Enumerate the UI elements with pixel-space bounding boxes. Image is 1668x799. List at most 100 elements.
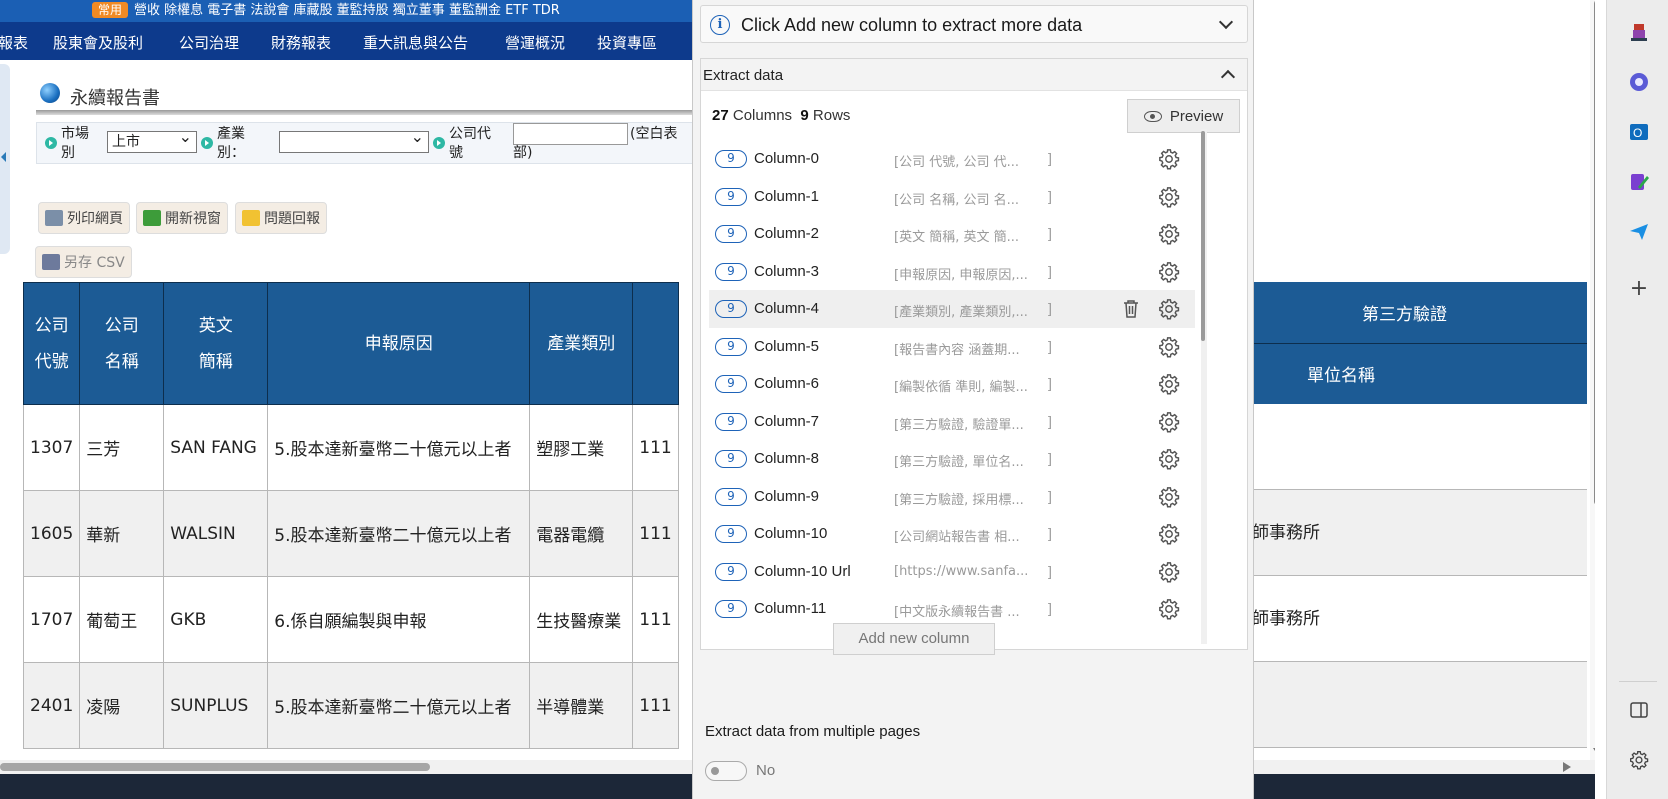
settings-gear-icon[interactable] (1627, 748, 1651, 772)
add-new-column-button[interactable]: Add new column (833, 623, 995, 655)
column-name[interactable]: Column-5 (754, 338, 819, 355)
column-name[interactable]: Column-7 (754, 413, 819, 430)
gear-icon[interactable] (1158, 598, 1180, 620)
row-count-badge: 9 (715, 150, 747, 168)
gear-icon[interactable] (1158, 186, 1180, 208)
editor-icon[interactable] (1627, 170, 1651, 194)
row-count-badge: 9 (715, 300, 747, 318)
gear-icon[interactable] (1158, 411, 1180, 433)
header-unit-name: 單位名稱 (1307, 366, 1375, 386)
horizontal-scroll-thumb[interactable] (0, 763, 430, 771)
scroll-right-arrow-icon[interactable] (1563, 762, 1571, 772)
new-window-button[interactable]: 開新視窗 (136, 202, 228, 234)
gear-icon[interactable] (1158, 261, 1180, 283)
column-sample-close: ] (1048, 300, 1052, 316)
column-row[interactable]: 9 Column-5 [報告書內容 涵蓋期...] (709, 328, 1195, 366)
gear-icon[interactable] (1158, 561, 1180, 583)
gear-icon[interactable] (1158, 373, 1180, 395)
cell-code: 2401 (22, 662, 81, 749)
chevron-down-icon[interactable] (1218, 14, 1234, 30)
column-row[interactable]: 9 Column-9 [第三方驗證, 採用標...] (709, 478, 1195, 516)
gear-icon[interactable] (1158, 298, 1180, 320)
market-select[interactable]: 上市 (107, 127, 197, 153)
gear-icon[interactable] (1158, 223, 1180, 245)
column-row[interactable]: 9 Column-0 [公司 代號, 公司 代...] (709, 140, 1195, 178)
info-banner[interactable]: i Click Add new column to extract more d… (700, 5, 1248, 43)
cell-unit: 師事務所 (1252, 576, 1587, 662)
nav-item-financials[interactable]: 財務報表 (271, 32, 331, 53)
column-row[interactable]: 9 Column-10 Url [https://www.sanfa...] (709, 553, 1195, 591)
vertical-scrollbar[interactable] (1590, 0, 1595, 760)
column-row[interactable]: 9 Column-10 [公司網站報告書 相...] (709, 515, 1195, 553)
banner-links[interactable]: 營收 除權息 電子書 法說會 庫藏股 董監持股 獨立董事 董監酬金 ETF TD… (134, 3, 560, 18)
nav-item-announcements[interactable]: 重大訊息與公告 (363, 32, 468, 53)
info-text: Click Add new column to extract more dat… (741, 15, 1083, 35)
extract-data-header[interactable]: Extract data (701, 59, 1247, 91)
column-name[interactable]: Column-3 (754, 263, 819, 280)
nav-item-shareholders[interactable]: 股東會及股利 (53, 32, 143, 53)
column-name[interactable]: Column-10 (754, 525, 827, 542)
column-row[interactable]: 9 Column-1 [公司 名稱, 公司 名...] (709, 178, 1195, 216)
cell-name: 葡萄王 (79, 576, 165, 663)
company-code-input[interactable] (513, 123, 628, 145)
row-count-badge: 9 (715, 450, 747, 468)
banner-tag[interactable]: 常用 (92, 2, 129, 18)
side-collapse-handle[interactable] (0, 64, 10, 254)
column-row[interactable]: 9 Column-8 [第三方驗證, 單位名...] (709, 440, 1195, 478)
column-list-scroll-thumb[interactable] (1201, 131, 1205, 341)
column-name[interactable]: Column-11 (754, 600, 826, 617)
header-hidden-column (632, 282, 679, 405)
column-name[interactable]: Column-9 (754, 488, 819, 505)
row-count-badge: 9 (715, 600, 747, 618)
copilot-icon[interactable] (1627, 70, 1651, 94)
print-page-button[interactable]: 列印網頁 (38, 202, 130, 234)
gear-icon[interactable] (1158, 148, 1180, 170)
feedback-button[interactable]: 問題回報 (235, 202, 327, 234)
cell-name: 凌陽 (79, 662, 165, 749)
nav-item-investment[interactable]: 投資專區 (597, 32, 657, 53)
column-row[interactable]: 9 Column-3 [申報原因, 申報原因,...] (709, 253, 1195, 291)
column-row[interactable]: 9 Column-6 [編製依循 準則, 編製...] (709, 365, 1195, 403)
gear-icon[interactable] (1158, 448, 1180, 470)
trash-icon[interactable] (1122, 299, 1140, 319)
gear-icon[interactable] (1158, 336, 1180, 358)
send-icon[interactable] (1627, 220, 1651, 244)
vertical-scroll-thumb[interactable] (1594, 0, 1595, 505)
gear-icon[interactable] (1158, 523, 1180, 545)
column-sample-values: [第三方驗證, 採用標... (894, 492, 1024, 508)
nav-item-operations[interactable]: 營運概況 (505, 32, 565, 53)
save-csv-button[interactable]: 另存 CSV (35, 246, 132, 278)
split-pane-icon[interactable] (1627, 698, 1651, 722)
chess-piece-icon[interactable] (1627, 20, 1651, 44)
industry-select[interactable] (279, 127, 429, 153)
preview-button[interactable]: Preview (1127, 99, 1240, 133)
column-name[interactable]: Column-0 (754, 150, 819, 167)
code-label-1: 公司代 (449, 126, 491, 142)
nav-item-reports[interactable]: 報表 (0, 32, 28, 53)
column-name[interactable]: Column-10 Url (754, 563, 851, 580)
column-sample-close: ] (1048, 562, 1052, 579)
code-hint-1: (空白表 (630, 126, 678, 142)
column-row[interactable]: 9 Column-7 [第三方驗證, 驗證單...] (709, 403, 1195, 441)
column-name[interactable]: Column-8 (754, 450, 819, 467)
multi-page-toggle[interactable] (705, 761, 747, 781)
column-name[interactable]: Column-1 (754, 188, 819, 205)
arrow-bullet-icon (433, 137, 445, 149)
scroll-down-arrow-icon[interactable] (1593, 748, 1595, 754)
nav-item-governance[interactable]: 公司治理 (179, 32, 239, 53)
gear-icon[interactable] (1158, 486, 1180, 508)
column-name[interactable]: Column-6 (754, 375, 819, 392)
add-icon[interactable]: + (1627, 276, 1651, 301)
column-name[interactable]: Column-2 (754, 225, 819, 242)
column-name[interactable]: Column-4 (754, 300, 819, 317)
row-count-badge: 9 (715, 225, 747, 243)
outlook-icon[interactable]: O (1627, 120, 1651, 144)
column-row[interactable]: 9 Column-4 [產業類別, 產業類別,...] (709, 290, 1195, 328)
chevron-up-icon[interactable] (1220, 69, 1236, 85)
column-list-scrollbar[interactable] (1201, 129, 1207, 644)
cell-reason: 5.股本達新臺幣二十億元以上者 (267, 662, 531, 749)
column-row[interactable]: 9 Column-2 [英文 簡稱, 英文 簡...] (709, 215, 1195, 253)
column-sample-close: ] (1048, 600, 1052, 616)
code-label-2: 號 (449, 145, 463, 161)
header-reason: 申報原因 (267, 282, 531, 405)
